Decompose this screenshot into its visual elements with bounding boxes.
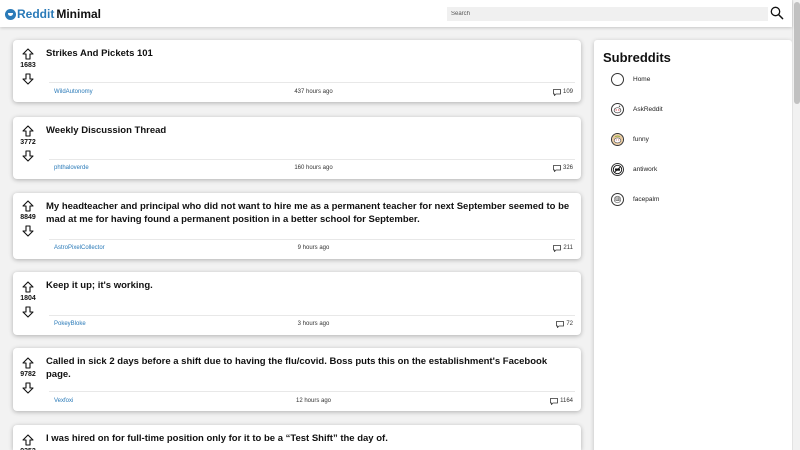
sidebar-item-home[interactable]: Home — [611, 72, 650, 86]
upvote-arrow-icon[interactable] — [22, 433, 34, 446]
vote-column: 1683 — [13, 47, 43, 85]
facepalm-icon — [611, 192, 624, 206]
post-card[interactable]: 8849 My headteacher and principal who di… — [13, 193, 581, 259]
vote-column: 8849 — [13, 199, 43, 237]
post-card[interactable]: 1683 Strikes And Pickets 101 WildAutonom… — [13, 40, 581, 102]
upvote-arrow-icon[interactable] — [22, 199, 34, 212]
post-footer: WildAutonomy 437 hours ago 109 — [54, 86, 573, 98]
comments-button[interactable]: 72 — [556, 318, 573, 330]
upvote-arrow-icon[interactable] — [22, 356, 34, 369]
comment-icon — [556, 320, 565, 328]
vote-column: 1804 — [13, 280, 43, 318]
sidebar-item-label: facepalm — [633, 195, 660, 203]
post-footer: Vexfoxi 12 hours ago 1164 — [54, 395, 573, 407]
post-author-link[interactable]: AstroPixelCollector — [54, 242, 105, 254]
vote-column: 9352 — [13, 433, 43, 450]
comments-button[interactable]: 211 — [553, 242, 573, 254]
comment-icon — [550, 397, 558, 405]
post-divider — [49, 159, 575, 160]
post-author-link[interactable]: WildAutonomy — [54, 86, 93, 98]
sidebar-item-label: Home — [633, 75, 651, 83]
logo-text-accent: Reddit — [17, 7, 55, 21]
downvote-arrow-icon[interactable] — [22, 72, 34, 85]
post-divider — [49, 315, 575, 316]
vote-count: 1804 — [20, 295, 36, 302]
post-title[interactable]: Keep it up; it's working. — [46, 279, 571, 292]
post-timestamp: 12 hours ago — [295, 398, 332, 404]
post-timestamp: 3 hours ago — [297, 321, 330, 327]
vote-count: 1683 — [20, 62, 36, 69]
upvote-arrow-icon[interactable] — [22, 47, 34, 60]
post-card[interactable]: 1804 Keep it up; it's working. PokeyBlok… — [13, 272, 581, 335]
post-title[interactable]: Called in sick 2 days before a shift due… — [46, 355, 571, 381]
post-divider — [49, 391, 575, 392]
vote-column: 9782 — [13, 356, 43, 394]
comment-icon — [553, 244, 562, 252]
downvote-arrow-icon[interactable] — [22, 381, 34, 394]
post-timestamp: 437 hours ago — [294, 89, 333, 95]
comment-count: 1164 — [560, 398, 573, 404]
vote-count: 9782 — [20, 371, 36, 378]
top-header: Reddit Minimal — [0, 0, 792, 27]
comment-count: 109 — [562, 89, 573, 95]
search-icon[interactable] — [770, 6, 784, 20]
sidebar-item-funny[interactable]: funny — [611, 132, 649, 146]
comments-button[interactable]: 326 — [553, 162, 573, 174]
post-title[interactable]: Weekly Discussion Thread — [46, 124, 571, 137]
upvote-arrow-icon[interactable] — [22, 280, 34, 293]
sidebar-item-label: antiwork — [633, 165, 658, 173]
vote-column: 3772 — [13, 124, 43, 162]
post-footer: PokeyBloke 3 hours ago 72 — [54, 318, 573, 330]
comment-count: 326 — [562, 165, 573, 171]
downvote-arrow-icon[interactable] — [22, 224, 34, 237]
post-divider — [49, 239, 575, 240]
sidebar-item-antiwork[interactable]: antiwork — [611, 162, 657, 176]
home-circle-icon — [611, 72, 624, 86]
comments-button[interactable]: 1164 — [550, 395, 573, 407]
reddit-logo-icon — [5, 8, 16, 20]
comment-icon — [553, 164, 561, 172]
page-scrollbar[interactable] — [792, 0, 800, 450]
sidebar-title: Subreddits — [603, 50, 671, 65]
post-title[interactable]: I was hired on for full-time position on… — [46, 432, 571, 445]
post-author-link[interactable]: phthaloverde — [54, 162, 89, 174]
post-footer: phthaloverde 160 hours ago 326 — [54, 162, 573, 174]
subreddits-sidebar: Subreddits Home AskReddit funny antiwork… — [594, 40, 792, 450]
search-input[interactable] — [447, 7, 768, 21]
sidebar-item-facepalm[interactable]: facepalm — [611, 192, 659, 206]
sidebar-item-label: AskReddit — [633, 105, 663, 113]
post-timestamp: 9 hours ago — [297, 245, 330, 251]
upvote-arrow-icon[interactable] — [22, 124, 34, 137]
vote-count: 3772 — [20, 139, 36, 146]
downvote-arrow-icon[interactable] — [22, 305, 34, 318]
sidebar-item-label: funny — [633, 135, 649, 143]
comment-count: 72 — [566, 321, 573, 327]
post-footer: AstroPixelCollector 9 hours ago 211 — [54, 242, 573, 254]
comment-icon — [553, 88, 561, 96]
post-author-link[interactable]: Vexfoxi — [54, 395, 73, 407]
comments-button[interactable]: 109 — [553, 86, 573, 98]
comment-count: 211 — [563, 245, 573, 251]
logo-text: Minimal — [56, 7, 102, 21]
post-card[interactable]: 9782 Called in sick 2 days before a shif… — [13, 348, 581, 411]
vote-count: 8849 — [20, 214, 36, 221]
post-timestamp: 160 hours ago — [294, 165, 333, 171]
post-card[interactable]: 9352 I was hired on for full-time positi… — [13, 425, 581, 450]
funny-icon — [611, 132, 624, 146]
antiwork-icon — [611, 162, 624, 176]
post-card[interactable]: 3772 Weekly Discussion Thread phthalover… — [13, 117, 581, 179]
post-author-link[interactable]: PokeyBloke — [54, 318, 86, 330]
post-divider — [49, 82, 575, 83]
downvote-arrow-icon[interactable] — [22, 149, 34, 162]
scrollbar-thumb[interactable] — [794, 2, 800, 104]
app-logo[interactable]: Reddit Minimal — [5, 5, 101, 23]
post-title[interactable]: My headteacher and principal who did not… — [46, 200, 571, 226]
post-title[interactable]: Strikes And Pickets 101 — [46, 47, 571, 60]
askreddit-icon — [611, 102, 624, 116]
sidebar-item-askreddit[interactable]: AskReddit — [611, 102, 663, 116]
